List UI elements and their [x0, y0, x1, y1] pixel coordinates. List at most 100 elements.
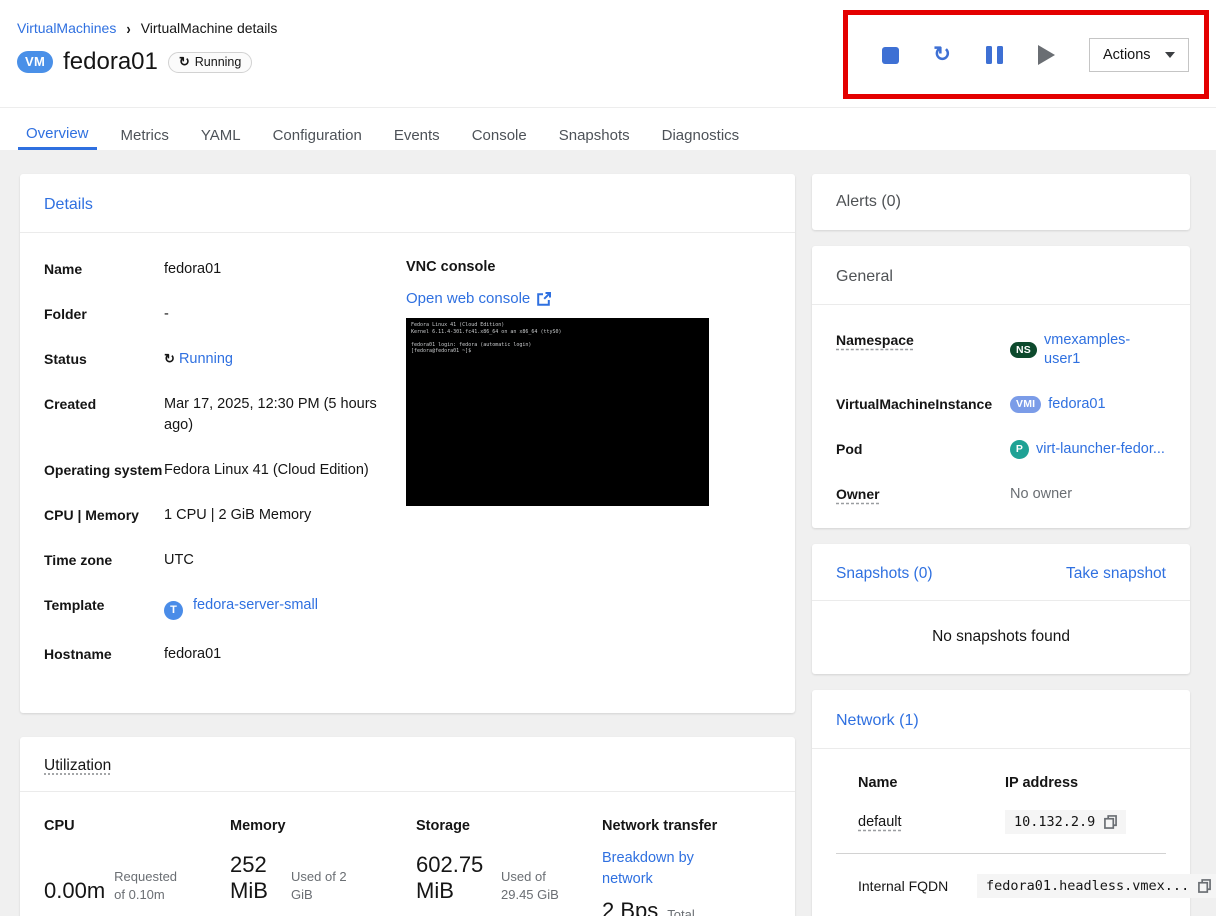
pod-link[interactable]: virt-launcher-fedor... [1036, 440, 1165, 459]
general-row-pod: Pod P virt-launcher-fedor... [836, 440, 1166, 459]
utilization-card: Utilization CPU 0.00m Requested of 0.10m… [20, 737, 795, 916]
restart-icon: ↻ [933, 42, 951, 66]
memory-caption: Used of 2 GiB [291, 869, 347, 902]
tab-yaml[interactable]: YAML [193, 108, 249, 150]
snapshots-heading-link[interactable]: Snapshots (0) [836, 565, 933, 583]
status-running-link[interactable]: Running [179, 351, 233, 367]
detail-row-status: Status ↻ Running [44, 349, 406, 370]
general-card: General Namespace NS vmexamples-user1 Vi… [812, 246, 1190, 528]
detail-label: Operating system [44, 462, 163, 478]
memory-title: Memory [230, 818, 286, 834]
network-table-header: Name IP address [836, 775, 1166, 791]
external-link-icon [537, 291, 552, 306]
pause-vm-button[interactable] [985, 46, 1003, 64]
internal-fqdn-chip: fedora01.headless.vmex... [977, 874, 1216, 898]
copy-icon [1104, 815, 1118, 829]
copy-ip-button[interactable] [1104, 815, 1118, 829]
start-vm-button[interactable] [1037, 45, 1055, 65]
play-icon [1037, 45, 1055, 65]
general-row-owner: Owner No owner [836, 485, 1166, 504]
vm-action-toolbar: ↻ Actions [881, 38, 1189, 72]
detail-value: 1 CPU | 2 GiB Memory [164, 507, 312, 523]
vnc-console-thumbnail[interactable]: Fedora Linux 41 (Cloud Edition) Kernel 6… [406, 318, 709, 506]
alerts-card[interactable]: Alerts (0) [812, 174, 1190, 230]
detail-row-created: Created Mar 17, 2025, 12:30 PM (5 hours … [44, 394, 406, 436]
left-column: Details Name fedora01 Folder - Status ↻ … [20, 174, 795, 916]
restart-vm-button[interactable]: ↻ [933, 42, 951, 66]
ip-address-chip: 10.132.2.9 [1005, 810, 1127, 834]
namespace-link[interactable]: vmexamples-user1 [1044, 331, 1166, 369]
details-heading-link[interactable]: Details [44, 196, 93, 213]
tab-configuration[interactable]: Configuration [265, 108, 370, 150]
network-heading-link[interactable]: Network (1) [836, 712, 919, 729]
detail-row-template: Template T fedora-server-small [44, 595, 406, 620]
tab-overview[interactable]: Overview [18, 108, 97, 150]
pod-badge-icon: P [1010, 440, 1029, 459]
actions-dropdown-button[interactable]: Actions [1089, 38, 1189, 72]
breadcrumb-current: VirtualMachine details [140, 20, 278, 36]
namespace-label: Namespace [836, 332, 914, 348]
utilization-cpu: CPU 0.00m Requested of 0.10m [44, 818, 230, 916]
utilization-network: Network transfer Breakdown by network 2 … [602, 818, 788, 916]
detail-value: fedora01 [164, 261, 222, 277]
detail-row-timezone: Time zone UTC [44, 550, 406, 571]
detail-label: Created [44, 396, 97, 412]
owner-label: Owner [836, 486, 880, 502]
pod-label: Pod [836, 441, 863, 457]
tab-diagnostics[interactable]: Diagnostics [654, 108, 748, 150]
detail-row-cpu-memory: CPU | Memory 1 CPU | 2 GiB Memory [44, 505, 406, 526]
cpu-requested-caption: Requested of 0.10m [114, 869, 178, 902]
chevron-right-icon: › [126, 19, 131, 37]
tab-snapshots[interactable]: Snapshots [551, 108, 638, 150]
detail-label: Folder [44, 306, 87, 322]
general-row-vmi: VirtualMachineInstance VMI fedora01 [836, 395, 1166, 414]
tab-metrics[interactable]: Metrics [113, 108, 177, 150]
take-snapshot-link[interactable]: Take snapshot [1066, 565, 1166, 583]
detail-row-folder: Folder - [44, 304, 406, 325]
utilization-memory: Memory 252 MiB Used of 2 GiB [230, 818, 416, 916]
tab-bar: Overview Metrics YAML Configuration Even… [0, 107, 1216, 150]
status-badge-label: Running [194, 54, 242, 69]
network-name-value: default [858, 814, 902, 830]
breakdown-by-network-link[interactable]: Breakdown by network [602, 848, 714, 890]
breadcrumb-virtualmachines-link[interactable]: VirtualMachines [17, 20, 116, 36]
open-web-console-link[interactable]: Open web console [406, 290, 530, 307]
network-table-row: default 10.132.2.9 [836, 810, 1166, 834]
utilization-heading: Utilization [44, 757, 112, 774]
storage-value: 602.75 MiB [416, 852, 484, 903]
copy-fqdn-button[interactable] [1198, 879, 1212, 893]
network-transfer-value: 2 Bps [602, 898, 659, 916]
detail-label: Time zone [44, 552, 113, 568]
stop-vm-button[interactable] [881, 46, 899, 64]
status-badge[interactable]: ↻ Running [167, 51, 253, 73]
network-col-name: Name [858, 775, 898, 791]
vmi-label: VirtualMachineInstance [836, 396, 993, 412]
tab-events[interactable]: Events [386, 108, 448, 150]
tab-console[interactable]: Console [464, 108, 535, 150]
details-description-list: Name fedora01 Folder - Status ↻ Running [44, 259, 406, 689]
memory-value: 252 MiB [230, 852, 268, 903]
network-row-divider [836, 853, 1166, 854]
overview-content: Details Name fedora01 Folder - Status ↻ … [0, 150, 1216, 916]
vmi-badge-icon: VMI [1010, 396, 1042, 413]
sync-icon: ↻ [164, 351, 175, 366]
page-title: fedora01 [63, 48, 158, 75]
network-card: Network (1) Name IP address default 10.1… [812, 690, 1216, 916]
vmi-link[interactable]: fedora01 [1048, 395, 1105, 414]
right-column: Alerts (0) General Namespace NS vmexampl… [812, 174, 1216, 916]
internal-fqdn-label: Internal FQDN [858, 878, 949, 894]
actions-dropdown-label: Actions [1103, 47, 1151, 63]
ip-address-value: 10.132.2.9 [1014, 814, 1096, 830]
detail-label: CPU | Memory [44, 507, 139, 523]
vnc-console-heading: VNC console [406, 259, 496, 275]
detail-label: Template [44, 597, 105, 613]
alerts-heading: Alerts (0) [836, 193, 901, 210]
network-transfer-title: Network transfer [602, 818, 718, 834]
template-link[interactable]: fedora-server-small [193, 597, 318, 613]
cpu-value: 0.00m [44, 878, 106, 903]
caret-down-icon [1165, 52, 1175, 58]
general-row-namespace: Namespace NS vmexamples-user1 [836, 331, 1166, 369]
detail-row-os: Operating system Fedora Linux 41 (Cloud … [44, 460, 406, 481]
template-badge-icon: T [164, 601, 183, 620]
details-card: Details Name fedora01 Folder - Status ↻ … [20, 174, 795, 713]
